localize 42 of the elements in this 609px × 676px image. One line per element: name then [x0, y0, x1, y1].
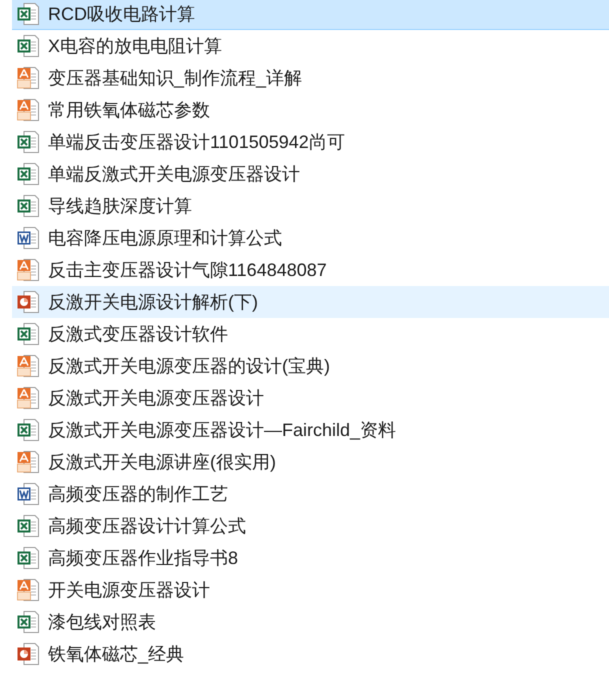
pdf-file-icon — [16, 386, 40, 410]
file-list-item[interactable]: 单端反击变压器设计1101505942尚可 — [12, 126, 609, 158]
file-list-item[interactable]: 反激开关电源设计解析(下) — [12, 286, 609, 318]
file-list-item[interactable]: 开关电源变压器设计 — [12, 574, 609, 606]
pdf-file-icon — [16, 578, 40, 602]
file-list-item[interactable]: 电容降压电源原理和计算公式 — [12, 222, 609, 254]
spreadsheet-file-icon — [16, 514, 40, 538]
spreadsheet-file-icon — [16, 34, 40, 58]
presentation-file-icon — [16, 642, 40, 666]
file-list-item[interactable]: 变压器基础知识_制作流程_详解 — [12, 62, 609, 94]
spreadsheet-file-icon — [16, 194, 40, 218]
pdf-file-icon — [16, 98, 40, 122]
document-file-icon — [16, 226, 40, 250]
file-list-item[interactable]: 高频变压器的制作工艺 — [12, 478, 609, 510]
file-list-item[interactable]: 反击主变压器设计气隙1164848087 — [12, 254, 609, 286]
spreadsheet-file-icon — [16, 130, 40, 154]
file-list-item[interactable]: 反激式变压器设计软件 — [12, 318, 609, 350]
pdf-file-icon — [16, 258, 40, 282]
pdf-file-icon — [16, 450, 40, 474]
pdf-file-icon — [16, 66, 40, 90]
file-list-item[interactable]: RCD吸收电路计算 — [12, 0, 609, 30]
spreadsheet-file-icon — [16, 610, 40, 634]
file-list-item[interactable]: 铁氧体磁芯_经典 — [12, 638, 609, 670]
file-list-item[interactable]: 反激式开关电源变压器的设计(宝典) — [12, 350, 609, 382]
file-list-item[interactable]: X电容的放电电阻计算 — [12, 30, 609, 62]
presentation-file-icon — [16, 290, 40, 314]
spreadsheet-file-icon — [16, 162, 40, 186]
file-list-item[interactable]: 反激式开关电源讲座(很实用) — [12, 446, 609, 478]
file-list-item[interactable]: 高频变压器设计计算公式 — [12, 510, 609, 542]
document-file-icon — [16, 482, 40, 506]
file-list-item[interactable]: 反激式开关电源变压器设计 — [12, 382, 609, 414]
spreadsheet-file-icon — [16, 418, 40, 442]
spreadsheet-file-icon — [16, 322, 40, 346]
file-list-item[interactable]: 漆包线对照表 — [12, 606, 609, 638]
spreadsheet-file-icon — [16, 2, 40, 26]
file-list-item[interactable]: 高频变压器作业指导书8 — [12, 542, 609, 574]
file-list-item[interactable]: 单端反激式开关电源变压器设计 — [12, 158, 609, 190]
file-list-item[interactable]: 常用铁氧体磁芯参数 — [12, 94, 609, 126]
file-list-item[interactable]: 导线趋肤深度计算 — [12, 190, 609, 222]
spreadsheet-file-icon — [16, 546, 40, 570]
pdf-file-icon — [16, 354, 40, 378]
file-list-item[interactable]: 反激式开关电源变压器设计—Fairchild_资料 — [12, 414, 609, 446]
